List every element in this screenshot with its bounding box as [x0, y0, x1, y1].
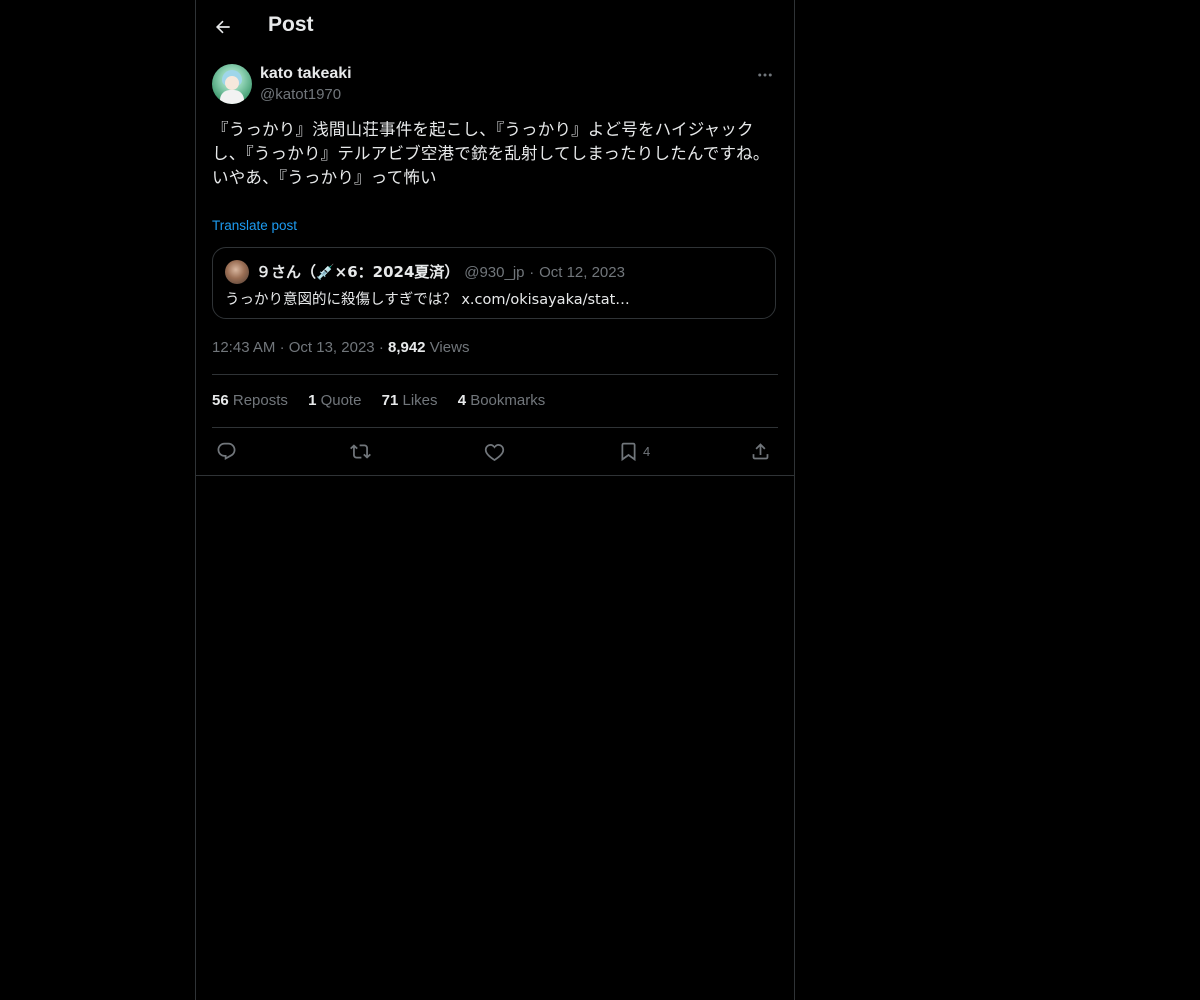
quote-avatar	[225, 260, 249, 284]
post-author: kato takeaki @katot1970	[212, 64, 778, 108]
repost-icon	[350, 443, 371, 459]
action-bar: 4	[212, 436, 778, 466]
more-options-button[interactable]	[752, 64, 778, 86]
quote-author-name: ９さん（💉×6：2024夏済）	[256, 263, 460, 281]
translate-post-link[interactable]: Translate post	[212, 218, 297, 233]
post-time[interactable]: 12:43 AM	[212, 339, 275, 356]
repost-button[interactable]	[350, 436, 371, 466]
author-display-name[interactable]: kato takeaki	[260, 65, 352, 83]
quote-header: ９さん（💉×6：2024夏済） @930_jp · Oct 12, 2023	[256, 261, 625, 282]
post-text: 『うっかり』浅間山荘事件を起こし、『うっかり』よど号をハイジャックし、『うっかり…	[212, 120, 770, 187]
avatar[interactable]	[212, 64, 252, 104]
heart-icon	[484, 443, 505, 461]
like-button[interactable]	[484, 436, 505, 466]
header-bar: Post	[196, 0, 794, 54]
post-date[interactable]: Oct 13, 2023	[289, 339, 375, 356]
stat-quotes[interactable]: 1 Quote	[308, 392, 361, 409]
quoted-post[interactable]: ９さん（💉×6：2024夏済） @930_jp · Oct 12, 2023 う…	[212, 247, 776, 319]
views-count[interactable]: 8,942	[388, 339, 426, 356]
divider	[212, 374, 778, 375]
share-button[interactable]	[750, 436, 771, 466]
page-title: Post	[268, 13, 314, 36]
author-handle[interactable]: @katot1970	[260, 86, 341, 103]
bookmark-count: 4	[643, 443, 651, 459]
more-horizontal-icon	[758, 73, 772, 77]
back-button[interactable]	[206, 10, 240, 44]
bookmark-icon	[621, 442, 636, 461]
reply-button[interactable]	[216, 436, 237, 466]
quote-separator: ·	[529, 264, 535, 281]
divider	[196, 475, 794, 476]
meta-separator: ·	[279, 339, 285, 356]
quote-text: うっかり意図的に殺傷しすぎでは？ x.com/okisayaka/stat…	[225, 292, 630, 308]
divider	[212, 427, 778, 428]
bookmark-button[interactable]: 4	[618, 436, 650, 466]
quote-date: Oct 12, 2023	[539, 264, 625, 281]
post-column: Post kato takeaki @katot1970 『うっかり』浅間山荘事…	[195, 0, 795, 1000]
post-stats: 56 Reposts 1 Quote 71 Likes 4 Bookmarks	[212, 392, 561, 409]
quote-author-handle: @930_jp	[464, 264, 525, 281]
reply-icon	[217, 442, 236, 460]
arrow-left-icon	[215, 20, 230, 34]
stat-bookmarks[interactable]: 4 Bookmarks	[458, 392, 546, 409]
stat-likes[interactable]: 71 Likes	[382, 392, 438, 409]
stat-reposts[interactable]: 56 Reposts	[212, 392, 288, 409]
share-icon	[752, 442, 769, 459]
meta-separator: ·	[378, 339, 384, 356]
views-label: Views	[429, 339, 470, 356]
post-meta: 12:43 AM · Oct 13, 2023 · 8,942 Views	[212, 339, 469, 356]
